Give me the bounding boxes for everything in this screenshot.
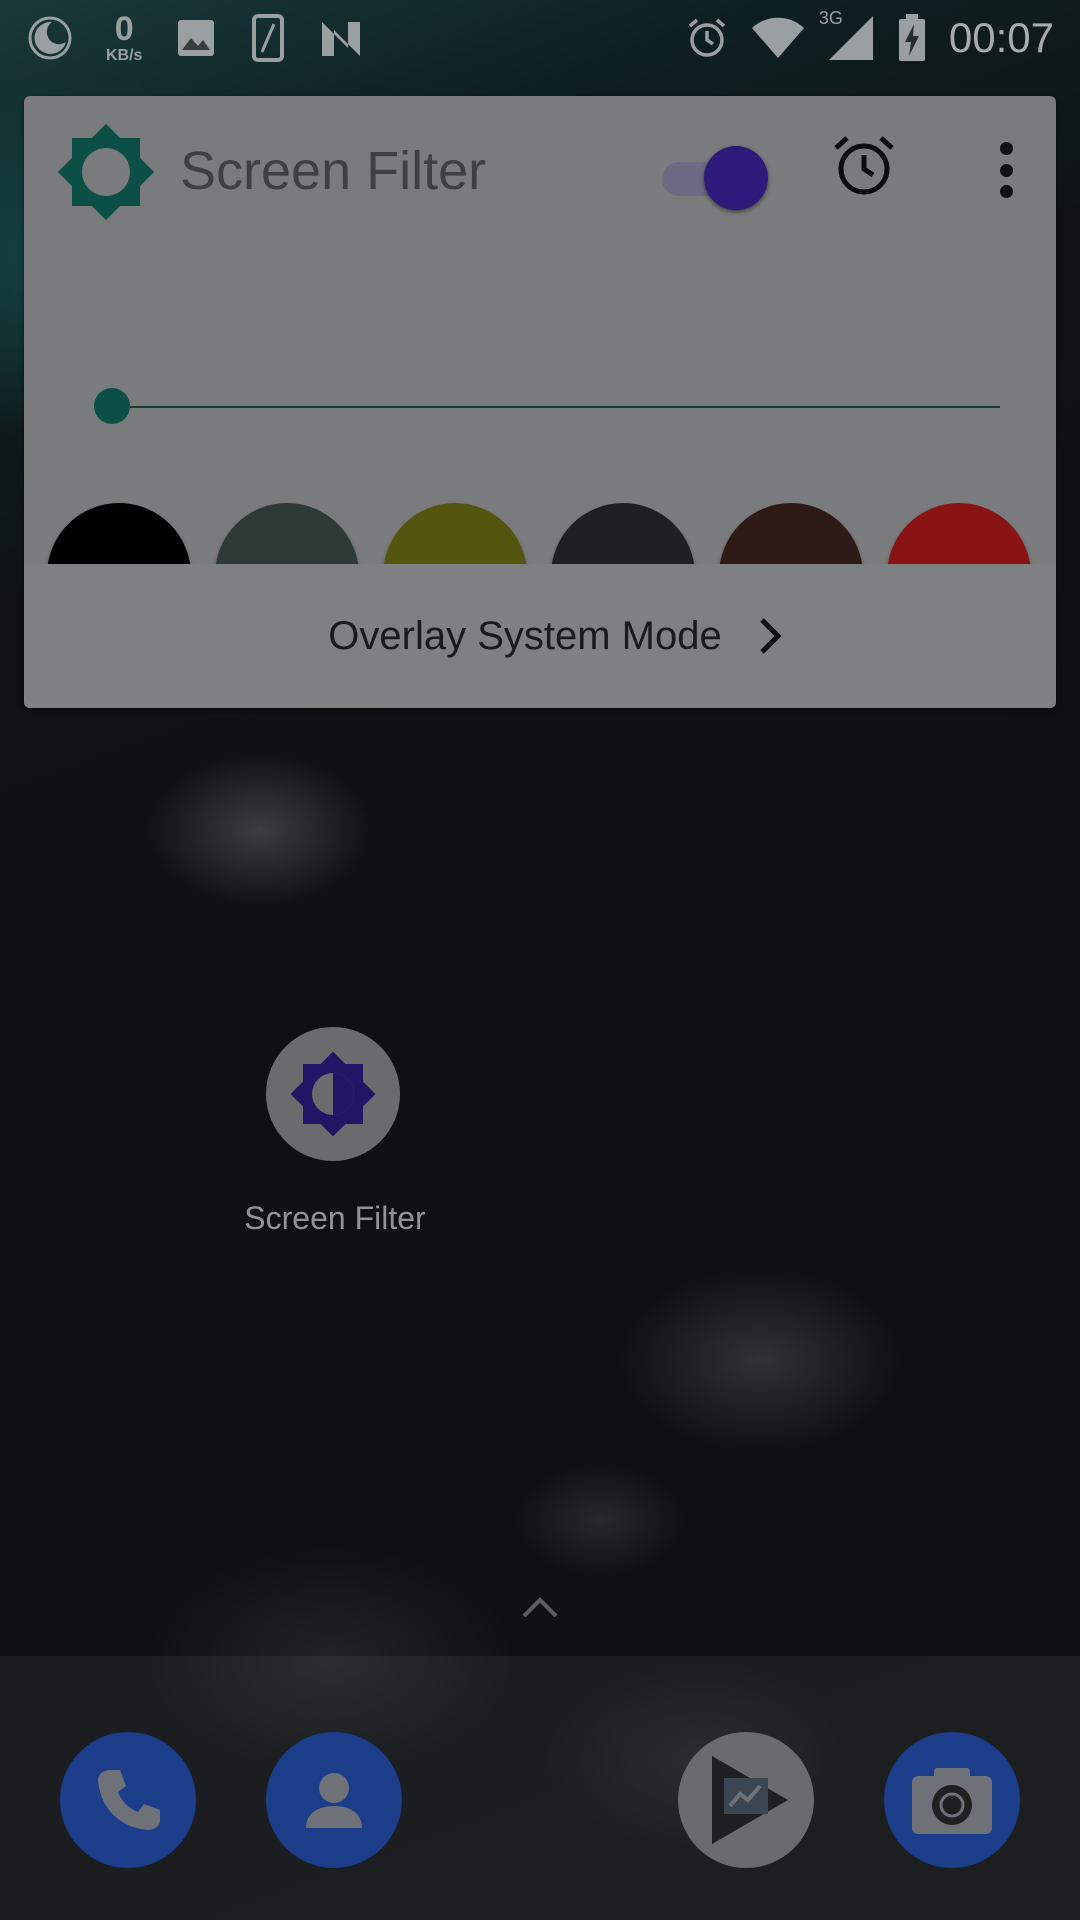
menu-dot	[999, 163, 1013, 177]
dock-phone-button[interactable]	[60, 1732, 196, 1868]
panel-title: Screen Filter	[180, 141, 487, 201]
panel-header: Screen Filter	[24, 96, 1056, 246]
play-store-icon	[712, 1756, 788, 1844]
signal-icon: 3G	[819, 8, 875, 62]
menu-dot	[999, 142, 1013, 155]
screen-filter-panel: Screen Filter Overlay System Mode	[24, 96, 1056, 708]
phone-icon	[98, 1770, 160, 1830]
net-speed-value: 0	[114, 10, 134, 48]
dock-play-store-button[interactable]	[678, 1732, 814, 1868]
wifi-icon	[751, 16, 805, 60]
nova-n-icon	[318, 18, 364, 58]
alarm-clock-icon	[834, 136, 894, 195]
toggle-thumb	[704, 146, 768, 210]
phone-outline-icon	[250, 14, 286, 62]
screen-filter-app-icon	[266, 1027, 400, 1161]
screen-filter-app-shortcut[interactable]: Screen Filter	[240, 1024, 430, 1244]
dock-contacts-button[interactable]	[266, 1732, 402, 1868]
slider-thumb[interactable]	[94, 388, 130, 424]
filter-toggle[interactable]	[654, 142, 784, 212]
net-speed-unit: KB/s	[106, 47, 143, 64]
schedule-alarm-button[interactable]	[830, 132, 898, 200]
network-type-label: 3G	[818, 8, 843, 28]
alarm-icon	[685, 16, 729, 60]
status-left: 0 KB/s	[26, 8, 364, 68]
overlay-mode-label: Overlay System Mode	[328, 613, 722, 658]
camera-icon	[912, 1768, 992, 1834]
app-label: Screen Filter	[244, 1200, 426, 1236]
dock-camera-button[interactable]	[884, 1732, 1020, 1868]
person-icon	[306, 1773, 362, 1828]
gallery-icon	[174, 16, 218, 60]
net-speed-indicator: 0 KB/s	[106, 12, 142, 64]
overlay-system-mode-button[interactable]: Overlay System Mode	[24, 564, 1056, 708]
status-bar: 0 KB/s 3G 00:07	[0, 0, 1080, 72]
more-options-button[interactable]	[976, 136, 1036, 204]
slider-track	[104, 406, 1000, 408]
app-drawer-chevron-up-icon[interactable]	[520, 1592, 560, 1622]
moon-icon	[731, 167, 742, 189]
app-logo-icon	[54, 120, 158, 224]
status-right: 3G 00:07	[685, 8, 1054, 68]
clock: 00:07	[948, 14, 1054, 61]
night-mode-icon	[26, 14, 74, 62]
intensity-slider[interactable]	[94, 376, 1004, 436]
menu-dot	[999, 185, 1013, 198]
dock	[0, 1656, 1080, 1920]
battery-charging-icon	[897, 14, 927, 62]
chevron-right-icon	[750, 614, 790, 658]
